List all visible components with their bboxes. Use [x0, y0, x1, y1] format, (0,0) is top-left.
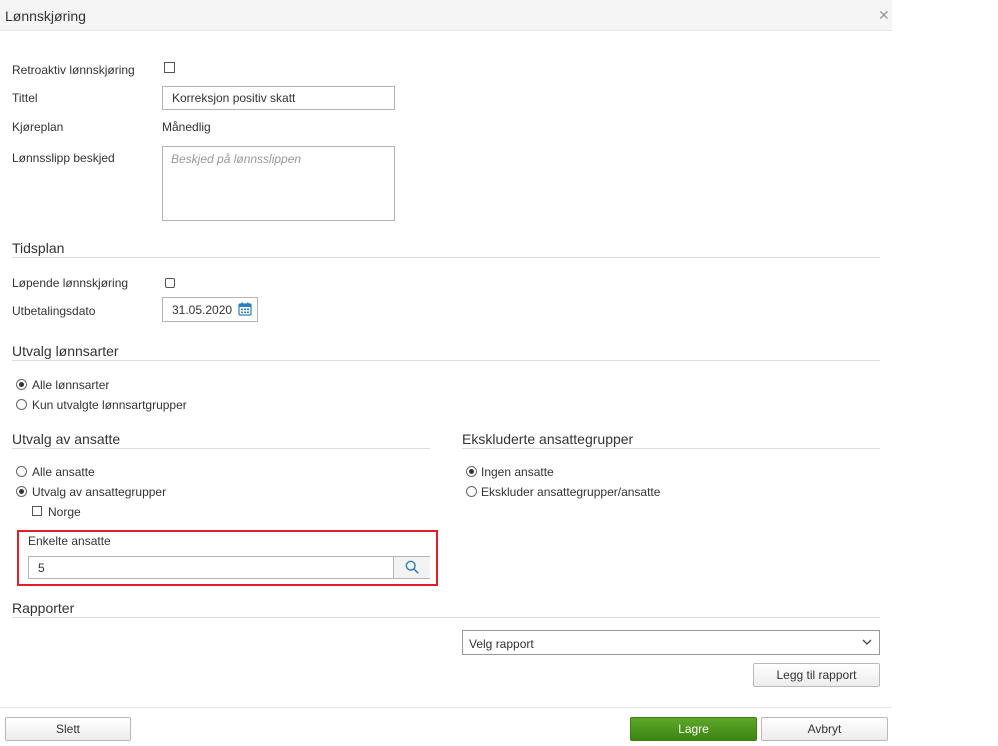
payroll-run-dialog: Lønnskjøring ✕ Retroaktiv lønnskjøring T…	[0, 0, 892, 746]
payout-date-label: Utbetalingsdato	[12, 304, 96, 318]
payout-date-picker	[162, 297, 258, 322]
payslip-message-label: Lønnsslipp beskjed	[12, 151, 115, 165]
radio-label: Ingen ansatte	[481, 465, 554, 479]
individual-employees-input[interactable]	[29, 557, 393, 578]
group-label: Norge	[48, 505, 81, 519]
individual-employees-field	[28, 556, 430, 579]
section-divider	[12, 617, 880, 618]
payout-date-input[interactable]	[163, 298, 235, 321]
footer-divider	[0, 707, 892, 708]
individual-employees-label: Enkelte ansatte	[28, 534, 111, 548]
recurring-checkbox[interactable]	[165, 278, 175, 288]
section-title-employees: Utvalg av ansatte	[12, 431, 121, 447]
radio-label: Alle ansatte	[32, 465, 95, 479]
section-title-reports: Rapporter	[12, 600, 75, 616]
radio-selected-wage-groups[interactable]	[16, 399, 27, 410]
radio-exclude-groups[interactable]	[466, 486, 477, 497]
recurring-label: Løpende lønnskjøring	[12, 276, 129, 290]
dialog-titlebar: Lønnskjøring ✕	[0, 0, 892, 31]
radio-employee-groups[interactable]	[16, 486, 27, 497]
close-icon[interactable]: ✕	[878, 7, 890, 24]
group-checkbox-norge[interactable]	[32, 506, 42, 516]
schedule-value: Månedlig	[162, 120, 211, 134]
search-icon	[405, 560, 419, 574]
retroactive-label: Retroaktiv lønnskjøring	[12, 63, 135, 77]
cancel-button[interactable]: Avbryt	[761, 717, 888, 741]
save-button[interactable]: Lagre	[630, 717, 757, 741]
radio-all-employees[interactable]	[16, 466, 27, 477]
section-divider	[462, 448, 880, 449]
section-title-schedule: Tidsplan	[12, 240, 65, 256]
delete-button[interactable]: Slett	[5, 717, 131, 741]
radio-all-wage-types[interactable]	[16, 379, 27, 390]
dialog-title: Lønnskjøring	[5, 8, 86, 24]
section-divider	[12, 257, 880, 258]
calendar-icon[interactable]	[238, 302, 252, 316]
section-title-wage-types: Utvalg lønnsarter	[12, 343, 119, 359]
section-divider	[12, 360, 880, 361]
report-select-value: Velg rapport	[469, 637, 534, 651]
section-title-excluded: Ekskluderte ansattegrupper	[462, 431, 634, 447]
search-button[interactable]	[393, 557, 430, 578]
radio-label: Alle lønnsarter	[32, 378, 110, 392]
chevron-down-icon	[862, 639, 872, 645]
radio-label: Kun utvalgte lønnsartgrupper	[32, 398, 187, 412]
radio-label: Utvalg av ansattegrupper	[32, 485, 167, 499]
radio-label: Ekskluder ansattegrupper/ansatte	[481, 485, 661, 499]
schedule-label: Kjøreplan	[12, 120, 64, 134]
section-divider	[12, 448, 430, 449]
radio-no-employees[interactable]	[466, 466, 477, 477]
report-select[interactable]: Velg rapport	[462, 630, 880, 655]
add-report-button[interactable]: Legg til rapport	[753, 663, 880, 687]
title-label: Tittel	[12, 91, 38, 105]
title-input[interactable]	[162, 86, 395, 110]
payslip-message-textarea[interactable]	[162, 146, 395, 221]
retroactive-checkbox[interactable]	[164, 62, 175, 73]
